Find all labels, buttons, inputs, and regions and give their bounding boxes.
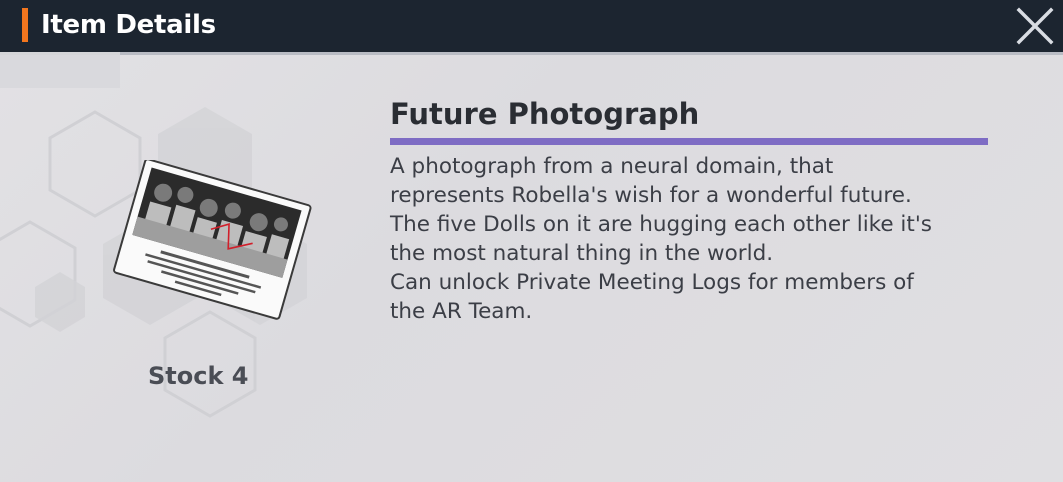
description-line: The five Dolls on it are hugging each ot… [390, 212, 932, 237]
description-line: represents Robella's wish for a wonderfu… [390, 183, 912, 208]
title-bar: Item Details [0, 0, 1063, 52]
item-name: Future Photograph [390, 97, 700, 131]
item-detail-panel: Stock 4 Future Photograph A photograph f… [0, 52, 1063, 482]
item-description: A photograph from a neural domain, that … [390, 152, 1030, 326]
description-line: the most natural thing in the world. [390, 241, 774, 266]
item-name-underline [390, 138, 988, 145]
close-icon [1016, 7, 1054, 45]
photograph-icon [113, 160, 312, 320]
description-line: the AR Team. [390, 299, 533, 324]
title-accent-bar [22, 8, 28, 42]
close-button[interactable] [1013, 4, 1057, 48]
window-title: Item Details [41, 10, 216, 40]
stock-count: Stock 4 [148, 362, 249, 390]
item-details-window: Item Details Stock 4 Future Photograph A… [0, 0, 1063, 482]
description-line: Can unlock Private Meeting Logs for memb… [390, 270, 914, 295]
description-line: A photograph from a neural domain, that [390, 154, 834, 179]
